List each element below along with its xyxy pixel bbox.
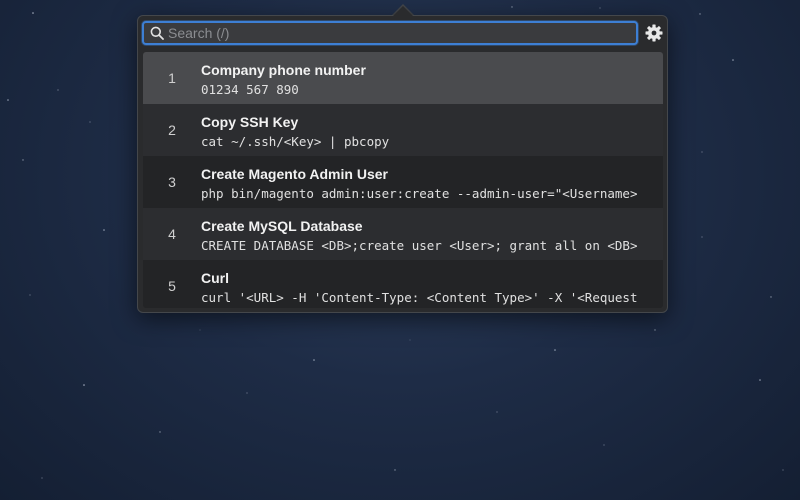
snippet-content: cat ~/.ssh/<Key> | pbcopy (201, 134, 390, 149)
snippet-index: 1 (168, 70, 176, 86)
search-input[interactable] (168, 23, 628, 43)
search-icon (150, 26, 164, 40)
snippet-row[interactable]: 2 Copy SSH Key cat ~/.ssh/<Key> | pbcopy (143, 104, 663, 156)
snippet-content: 01234 567 890 (201, 82, 299, 97)
snippet-title: Curl (201, 270, 229, 286)
snippet-row[interactable]: 4 Create MySQL Database CREATE DATABASE … (143, 208, 663, 260)
snippet-title: Create MySQL Database (201, 218, 363, 234)
snippets-popover: 1 Company phone number 01234 567 890 2 C… (137, 15, 668, 313)
snippet-index: 2 (168, 122, 176, 138)
snippet-row[interactable]: 3 Create Magento Admin User php bin/mage… (143, 156, 663, 208)
snippet-title: Create Magento Admin User (201, 166, 388, 182)
snippet-index: 4 (168, 226, 176, 242)
snippet-row[interactable]: 5 Curl curl '<URL> -H 'Content-Type: <Co… (143, 260, 663, 308)
snippet-title: Company phone number (201, 62, 366, 78)
snippet-index: 3 (168, 174, 176, 190)
popover-arrow-fill (393, 6, 413, 16)
snippet-row[interactable]: 1 Company phone number 01234 567 890 (143, 52, 663, 104)
snippet-index: 5 (168, 278, 176, 294)
snippet-content: CREATE DATABASE <DB>;create user <User>;… (201, 238, 638, 253)
snippet-content: curl '<URL> -H 'Content-Type: <Content T… (201, 290, 638, 305)
snippet-title: Copy SSH Key (201, 114, 299, 130)
snippet-content: php bin/magento admin:user:create --admi… (201, 186, 638, 201)
search-field[interactable] (142, 21, 638, 45)
settings-button[interactable] (644, 23, 664, 43)
snippet-list: 1 Company phone number 01234 567 890 2 C… (143, 52, 663, 308)
gear-icon (644, 24, 664, 47)
